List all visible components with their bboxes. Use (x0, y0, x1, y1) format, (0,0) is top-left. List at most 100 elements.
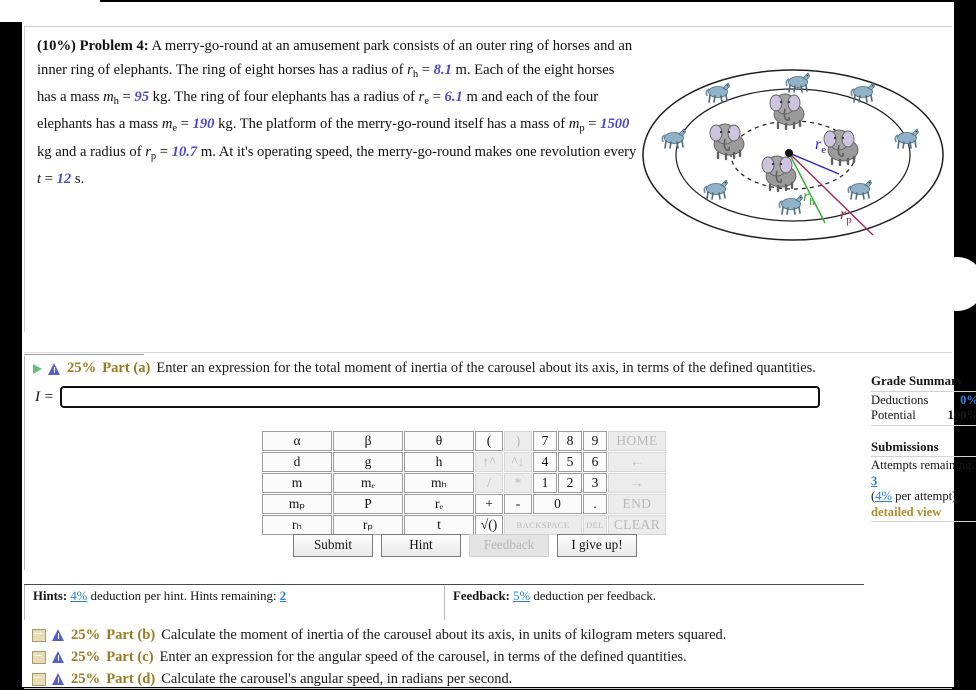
keypad-key-: * (504, 473, 532, 493)
hints-percent: 4% (70, 589, 88, 603)
content-sheet: (10%) Problem 4: A merry-go-round at an … (0, 0, 976, 690)
hints-cell: Hints: 4% deduction per hint. Hints rema… (24, 585, 444, 620)
keypad-key-4[interactable]: 4 (533, 452, 557, 472)
part-partd-row[interactable]: 25% Part (d) Calculate the carousel's angu… (24, 668, 952, 690)
keypad-key-7[interactable]: 7 (533, 431, 557, 451)
grade-spacer (871, 427, 976, 440)
keypad-key-del: DEL (583, 515, 607, 535)
submit-button[interactable]: Submit (293, 534, 373, 557)
keypad-row: α β θ() 7 8 9 HOME (262, 431, 666, 451)
potential-label: Potential (871, 408, 916, 422)
keypad-key-m[interactable]: m (262, 473, 332, 493)
potential-row: Potential 100% (871, 408, 976, 424)
part-label: Part (d) (106, 670, 156, 687)
hints-feedback-bar: Hints: 4% deduction per hint. Hints rema… (24, 584, 864, 620)
keypad-key-: ← (608, 452, 666, 472)
problem-statement-panel: (10%) Problem 4: A merry-go-round at an … (24, 26, 952, 332)
keypad-key-3[interactable]: 3 (583, 473, 607, 493)
part-partb-row[interactable]: 25% Part (b) Calculate the moment of inert… (24, 624, 952, 646)
keypad-key-2[interactable]: 2 (558, 473, 582, 493)
grade-rule-2 (871, 424, 976, 426)
keypad-key-: → (608, 473, 666, 493)
part-description: Calculate the moment of inertia of the c… (161, 626, 727, 643)
keypad-key-: ) (504, 431, 532, 451)
detailed-view-link[interactable]: detailed view (871, 505, 976, 521)
per-attempt-suffix: per attempt) (892, 489, 957, 503)
keypad-row: m mₑ mₕ / * 1 2 3 → (262, 473, 666, 493)
keypad-key-clear: CLEAR (608, 515, 666, 535)
keypad-key-p[interactable]: P (333, 494, 403, 514)
keypad-key-m[interactable]: mₚ (262, 494, 332, 514)
keypad-key-5[interactable]: 5 (558, 452, 582, 472)
keypad-key-[interactable]: α (262, 431, 332, 451)
warning-triangle-icon (52, 673, 65, 685)
collapsed-box-icon[interactable] (32, 650, 46, 664)
keypad-row: rₕ rₚ t √() BACKSPACE DEL CLEAR (262, 515, 666, 535)
feedback-text: deduction per feedback. (533, 589, 656, 603)
keypad-key-m[interactable]: mₑ (333, 473, 403, 493)
grade-summary-title: Grade Summary (871, 374, 964, 388)
keypad-key-[interactable]: ( (475, 431, 503, 451)
submissions-title: Submissions (871, 439, 939, 454)
symbol-keypad[interactable]: α β θ() 7 8 9 HOME d g h ↑^ ^↓ 4 5 6 ← m mₑ mₕ / * 1 2 3 → mₚ Prₑ +… (261, 430, 667, 536)
part-description: Calculate the carousel's angular speed, … (161, 670, 513, 687)
warning-triangle-icon (48, 362, 61, 375)
hints-text: deduction per hint. Hints remaining: (90, 589, 277, 603)
answer-row: I = (35, 385, 842, 409)
keypad-key-6[interactable]: 6 (583, 452, 607, 472)
hint-button[interactable]: Hint (381, 534, 461, 557)
deductions-row: Deductions 0% (871, 393, 976, 409)
deductions-value: 0% (960, 392, 976, 407)
collapsed-box-icon[interactable] (32, 628, 46, 642)
keypad-key-d[interactable]: d (262, 452, 332, 472)
part-partc-row[interactable]: 25% Part (c) Enter an expression for the a… (24, 646, 952, 668)
top-left-tab-shape (0, 0, 100, 22)
collapsed-box-icon[interactable] (32, 672, 46, 686)
keypad-key-r[interactable]: rₕ (262, 515, 332, 535)
keypad-key-8[interactable]: 8 (558, 431, 582, 451)
browser-page: (10%) Problem 4: A merry-go-round at an … (0, 0, 976, 689)
deductions-label: Deductions (871, 392, 929, 407)
grade-summary-panel: Grade Summary Deductions 0% Potential 10… (871, 374, 976, 523)
keypad-key-t[interactable]: t (404, 515, 474, 535)
keypad-key-m[interactable]: mₕ (404, 473, 474, 493)
feedback-button: Feedback (469, 534, 549, 557)
carousel-diagram-svg: re rh rp (642, 69, 944, 241)
answer-input[interactable] (58, 385, 821, 409)
keypad-key-9[interactable]: 9 (583, 431, 607, 451)
problem-label: Problem 4: (79, 38, 149, 54)
answer-label: I = (35, 388, 54, 405)
keypad-key-home: HOME (608, 431, 666, 451)
keypad-key-r[interactable]: rₑ (404, 494, 474, 514)
keypad-key-[interactable]: β (333, 431, 403, 451)
submissions-rule (871, 456, 976, 457)
warning-triangle-icon (52, 629, 65, 641)
keypad-key-0[interactable]: 0 (533, 494, 582, 514)
keypad-key-backspace: BACKSPACE (504, 515, 582, 535)
part-a-header[interactable]: 25% Part (a) Enter an expression for the… (25, 356, 842, 377)
attempts-value: 3 (871, 473, 878, 488)
section-divider (24, 352, 952, 353)
keypad-key-[interactable]: . (583, 494, 607, 514)
grade-rule (871, 390, 976, 392)
expand-triangle-icon[interactable] (33, 363, 42, 374)
keypad-key-[interactable]: √() (475, 515, 503, 535)
part-a-block: 25% Part (a) Enter an expression for the… (24, 356, 842, 570)
i-give-up-button[interactable]: I give up! (557, 534, 637, 557)
keypad-key-h[interactable]: h (404, 452, 474, 472)
keypad-key-: ↑^ (475, 452, 503, 472)
keypad-row: d g h ↑^ ^↓ 4 5 6 ← (262, 452, 666, 472)
keypad-key-[interactable]: + (475, 494, 503, 514)
part-percent: 25% (71, 670, 101, 687)
keypad-key-[interactable]: θ (404, 431, 474, 451)
per-attempt-pct: 4% (875, 489, 892, 503)
part-a-percent: 25% (67, 360, 97, 376)
potential-value: 100% (947, 408, 976, 422)
keypad-key-r[interactable]: rₚ (333, 515, 403, 535)
feedback-cell: Feedback: 5% deduction per feedback. (444, 585, 864, 620)
keypad-key-1[interactable]: 1 (533, 473, 557, 493)
keypad-key-g[interactable]: g (333, 452, 403, 472)
keypad-key-[interactable]: - (504, 494, 532, 514)
center-point (785, 149, 793, 157)
submissions-rule-2 (871, 521, 976, 522)
